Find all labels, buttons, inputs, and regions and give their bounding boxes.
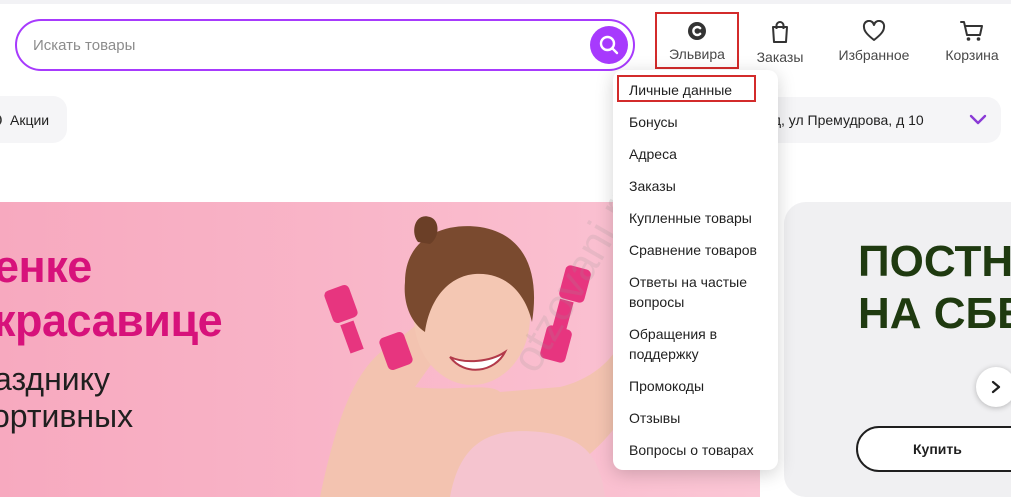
banner-headline-line1: енке bbox=[0, 241, 92, 292]
cart-label: Корзина bbox=[945, 47, 999, 63]
percent-icon bbox=[0, 115, 2, 125]
search-icon bbox=[599, 35, 619, 55]
buy-button[interactable]: Купить bbox=[856, 426, 1011, 472]
banner-subtitle-line2: ортивных bbox=[0, 398, 134, 434]
heart-icon bbox=[862, 20, 886, 41]
cart-icon bbox=[960, 21, 983, 41]
menu-item-product-questions[interactable]: Вопросы о товарах bbox=[629, 440, 769, 460]
shopping-bag-icon bbox=[772, 21, 788, 43]
chevron-down-icon bbox=[969, 114, 987, 125]
banner-subtitle-line1: азднику bbox=[0, 361, 110, 397]
carousel-next-button[interactable] bbox=[976, 367, 1011, 407]
menu-item-purchased-goods[interactable]: Купленные товары bbox=[629, 208, 769, 228]
menu-item-addresses[interactable]: Адреса bbox=[629, 144, 769, 164]
menu-item-personal-data[interactable]: Личные данные bbox=[629, 80, 769, 100]
menu-item-support[interactable]: Обращения в поддержку bbox=[629, 324, 769, 364]
profile-avatar-icon bbox=[688, 22, 706, 40]
menu-item-orders[interactable]: Заказы bbox=[629, 176, 769, 196]
cart-button[interactable]: Корзина bbox=[938, 20, 1006, 70]
secondary-banner-headline: ПОСТН НА СБЕ bbox=[858, 237, 1011, 338]
promo-chip[interactable]: Акции bbox=[0, 96, 67, 143]
menu-item-faq[interactable]: Ответы на частые вопросы bbox=[629, 272, 769, 312]
buy-button-label: Купить bbox=[913, 441, 962, 457]
promo-banner-secondary[interactable]: ПОСТН НА СБЕ Купить bbox=[784, 202, 1011, 497]
search-button[interactable] bbox=[590, 26, 628, 64]
chevron-right-icon bbox=[991, 380, 1001, 394]
delivery-address-selector[interactable]: город, ул Премудрова, д 10 bbox=[745, 97, 1001, 143]
menu-item-reviews[interactable]: Отзывы bbox=[629, 408, 769, 428]
banner-headline-line2: красавице bbox=[0, 295, 223, 346]
menu-item-compare-goods[interactable]: Сравнение товаров bbox=[629, 240, 769, 260]
orders-button[interactable]: Заказы bbox=[752, 20, 808, 70]
menu-item-bonuses[interactable]: Бонусы bbox=[629, 112, 769, 132]
orders-label: Заказы bbox=[756, 49, 804, 65]
favorites-button[interactable]: Избранное bbox=[833, 20, 915, 70]
profile-button[interactable]: Эльвира bbox=[655, 12, 739, 69]
account-dropdown-menu: Личные данные Бонусы Адреса Заказы Купле… bbox=[613, 70, 778, 470]
profile-label: Эльвира bbox=[669, 46, 725, 62]
menu-item-promocodes[interactable]: Промокоды bbox=[629, 376, 769, 396]
search-bar bbox=[15, 19, 635, 71]
promo-chip-label: Акции bbox=[10, 111, 50, 128]
favorites-label: Избранное bbox=[838, 47, 910, 63]
search-input[interactable] bbox=[33, 32, 573, 58]
top-divider bbox=[0, 0, 1011, 4]
